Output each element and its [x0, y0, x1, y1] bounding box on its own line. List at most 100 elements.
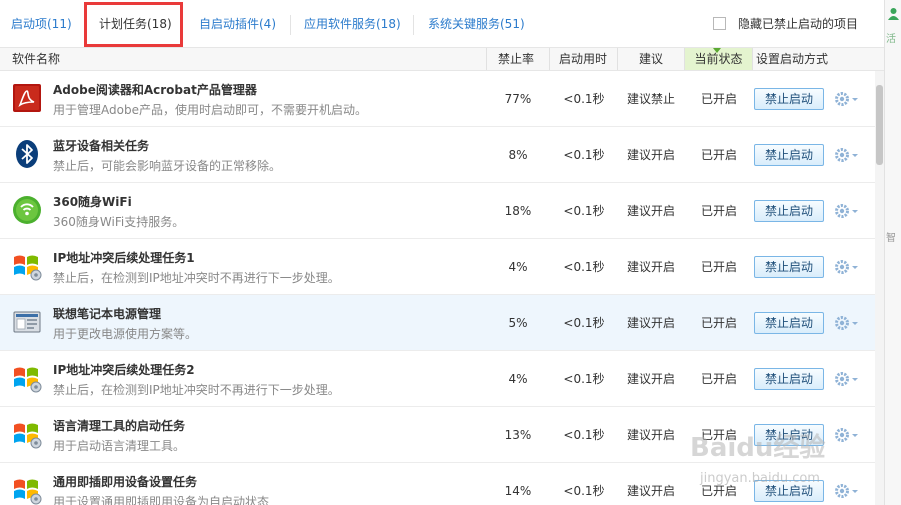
power-manager-icon — [12, 307, 42, 337]
disable-rate: 77% — [504, 92, 532, 106]
task-description: 360随身WiFi支持服务。 — [53, 215, 185, 229]
adobe-acrobat-icon — [12, 83, 42, 113]
col-rate[interactable]: 禁止率 — [498, 48, 534, 70]
table-row[interactable]: IP地址冲突后续处理任务1 禁止后，在检测到IP地址冲突时不再进行下一步处理。 … — [0, 239, 875, 295]
windows-icon — [12, 363, 42, 393]
gear-icon[interactable] — [833, 370, 859, 388]
gear-icon[interactable] — [833, 90, 859, 108]
startup-time: <0.1秒 — [563, 204, 605, 218]
table-row[interactable]: IP地址冲突后续处理任务2 禁止后，在检测到IP地址冲突时不再进行下一步处理。 … — [0, 351, 875, 407]
user-icon[interactable] — [888, 6, 899, 20]
tab-separator — [413, 15, 414, 35]
tab-startup-items[interactable]: 启动项(11) — [11, 16, 72, 32]
tab-autostart-plugins[interactable]: 自启动插件(4) — [199, 16, 276, 32]
disable-rate: 4% — [508, 260, 528, 274]
advice: 建议开启 — [626, 204, 675, 218]
disable-rate: 8% — [508, 148, 528, 162]
task-description: 禁止后，在检测到IP地址冲突时不再进行下一步处理。 — [53, 271, 340, 285]
gear-icon[interactable] — [833, 202, 859, 220]
startup-time: <0.1秒 — [563, 92, 605, 106]
task-description: 用于设置通用即插即用设备为自启动状态 — [53, 495, 270, 505]
col-separator — [617, 48, 618, 70]
tab-scheduled-tasks[interactable]: 计划任务(18) — [84, 2, 183, 47]
task-description: 用于启动语言清理工具。 — [53, 439, 186, 453]
current-state: 已开启 — [700, 260, 737, 274]
startup-time: <0.1秒 — [563, 316, 605, 330]
watermark-url: jingyan.baidu.com — [700, 471, 820, 486]
side-panel-text: 智 — [886, 233, 896, 244]
advice: 建议开启 — [626, 484, 675, 498]
tab-app-services[interactable]: 应用软件服务(18) — [304, 16, 401, 32]
startup-time: <0.1秒 — [563, 260, 605, 274]
col-separator — [752, 48, 753, 70]
disable-rate: 4% — [508, 372, 528, 386]
side-panel-edge: 活 智 — [884, 0, 901, 505]
startup-time: <0.1秒 — [563, 428, 605, 442]
startup-time: <0.1秒 — [563, 484, 605, 498]
task-title: 通用即插即用设备设置任务 — [53, 475, 198, 489]
disable-rate: 13% — [504, 428, 532, 442]
col-separator — [549, 48, 550, 70]
advice: 建议禁止 — [626, 92, 675, 106]
advice: 建议开启 — [626, 260, 675, 274]
advice: 建议开启 — [626, 148, 675, 162]
task-title: Adobe阅读器和Acrobat产品管理器 — [53, 83, 257, 97]
disable-rate: 5% — [508, 316, 528, 330]
table-row[interactable]: 360随身WiFi 360随身WiFi支持服务。 18% <0.1秒 建议开启 … — [0, 183, 875, 239]
advice: 建议开启 — [626, 316, 675, 330]
disable-startup-button[interactable]: 禁止启动 — [754, 368, 824, 390]
tab-system-services[interactable]: 系统关键服务(51) — [428, 16, 525, 32]
gear-icon[interactable] — [833, 314, 859, 332]
advice: 建议开启 — [626, 428, 675, 442]
tab-bar: 启动项(11) 计划任务(18) 自启动插件(4) 应用软件服务(18) 系统关… — [0, 2, 884, 47]
windows-icon — [12, 251, 42, 281]
bluetooth-icon — [12, 139, 42, 169]
task-title: 蓝牙设备相关任务 — [53, 139, 150, 153]
watermark-brand: Baidu经验 — [690, 433, 826, 463]
task-title: 360随身WiFi — [53, 195, 132, 209]
table-row[interactable]: 联想笔记本电源管理 用于更改电源使用方案等。 5% <0.1秒 建议开启 已开启… — [0, 295, 875, 351]
task-description: 用于更改电源使用方案等。 — [53, 327, 198, 341]
windows-icon — [12, 419, 42, 449]
col-advice[interactable]: 建议 — [639, 48, 663, 70]
sort-arrow-icon — [713, 48, 721, 53]
disable-startup-button[interactable]: 禁止启动 — [754, 200, 824, 222]
side-panel-text: 活 — [886, 34, 896, 45]
hide-disabled-checkbox[interactable] — [713, 17, 726, 30]
advice: 建议开启 — [626, 372, 675, 386]
hide-disabled-label: 隐藏已禁止启动的项目 — [738, 17, 859, 31]
disable-rate: 14% — [504, 484, 532, 498]
col-mode[interactable]: 设置启动方式 — [756, 48, 828, 70]
gear-icon[interactable] — [833, 146, 859, 164]
task-description: 禁止后，可能会影响蓝牙设备的正常移除。 — [53, 159, 282, 173]
task-description: 用于管理Adobe产品，使用时启动即可，不需要开机启动。 — [53, 103, 367, 117]
disable-startup-button[interactable]: 禁止启动 — [754, 144, 824, 166]
table-row[interactable]: Adobe阅读器和Acrobat产品管理器 用于管理Adobe产品，使用时启动即… — [0, 71, 875, 127]
table-row[interactable]: 蓝牙设备相关任务 禁止后，可能会影响蓝牙设备的正常移除。 8% <0.1秒 建议… — [0, 127, 875, 183]
col-separator — [486, 48, 487, 70]
startup-time: <0.1秒 — [563, 148, 605, 162]
disable-startup-button[interactable]: 禁止启动 — [754, 256, 824, 278]
task-description: 禁止后，在检测到IP地址冲突时不再进行下一步处理。 — [53, 383, 340, 397]
task-title: 语言清理工具的启动任务 — [53, 419, 186, 433]
task-title: IP地址冲突后续处理任务2 — [53, 363, 195, 377]
windows-icon — [12, 475, 42, 505]
tab-scheduled-tasks-label: 计划任务(18) — [99, 17, 172, 31]
col-time[interactable]: 启动用时 — [559, 48, 607, 70]
disable-startup-button[interactable]: 禁止启动 — [754, 88, 824, 110]
current-state: 已开启 — [700, 204, 737, 218]
disable-rate: 18% — [504, 204, 532, 218]
watermark: Baidu经验 jingyan.baidu.com — [690, 427, 880, 502]
current-state: 已开启 — [700, 316, 737, 330]
current-state: 已开启 — [700, 148, 737, 162]
task-title: IP地址冲突后续处理任务1 — [53, 251, 195, 265]
gear-icon[interactable] — [833, 258, 859, 276]
scrollbar-thumb[interactable] — [876, 85, 883, 165]
table-header: 软件名称 禁止率 启动用时 建议 当前状态 设置启动方式 — [0, 47, 884, 71]
col-name[interactable]: 软件名称 — [12, 48, 60, 70]
disable-startup-button[interactable]: 禁止启动 — [754, 312, 824, 334]
current-state: 已开启 — [700, 92, 737, 106]
tab-separator — [290, 15, 291, 35]
task-title: 联想笔记本电源管理 — [53, 307, 162, 321]
wifi-icon — [12, 195, 42, 225]
